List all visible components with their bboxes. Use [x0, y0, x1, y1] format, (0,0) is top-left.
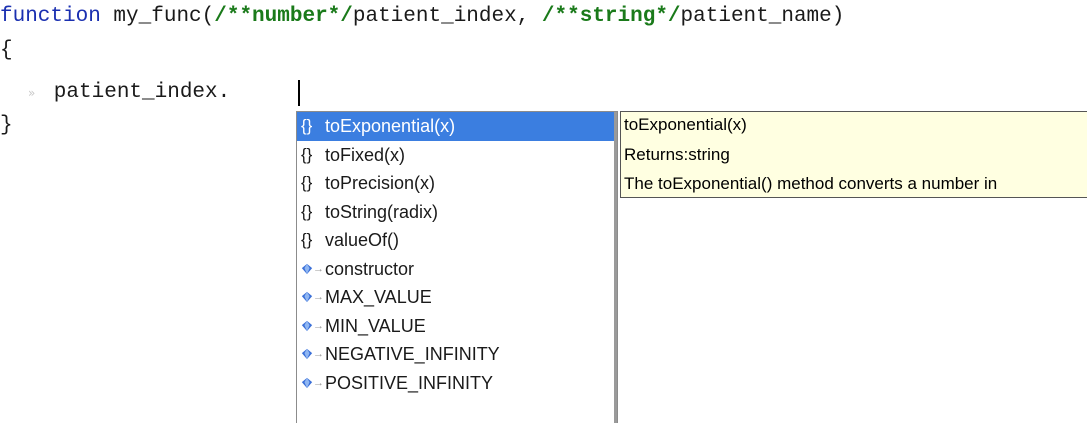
type-comment-number: /**number*/ [214, 5, 353, 28]
code-line-1[interactable]: function my_func(/**number*/patient_inde… [0, 2, 844, 32]
autocomplete-item[interactable]: {} toString(radix) [297, 198, 617, 227]
autocomplete-item[interactable]: {} valueOf() [297, 226, 617, 255]
autocomplete-item[interactable]: → MAX_VALUE [297, 283, 617, 312]
autocomplete-item-label: MAX_VALUE [325, 287, 432, 307]
param-patient-name: patient_name) [680, 5, 845, 28]
tooltip-signature: toExponential(x) [624, 115, 747, 134]
autocomplete-item-label: valueOf() [325, 230, 400, 250]
method-braces-icon: {} [301, 201, 313, 221]
autocomplete-item[interactable]: → constructor [297, 255, 617, 284]
type-comment-string: /**string*/ [541, 5, 681, 28]
autocomplete-item[interactable]: {} toExponential(x) [297, 112, 617, 141]
property-gem-icon: → [301, 283, 325, 312]
property-gem-icon: → [301, 340, 325, 369]
autocomplete-item[interactable]: → MIN_VALUE [297, 312, 617, 341]
tooltip-description: The toExponential() method converts a nu… [624, 174, 998, 193]
keyword-function: function [0, 5, 101, 28]
close-brace: } [0, 114, 13, 137]
autocomplete-item-label: toFixed(x) [325, 144, 406, 165]
autocomplete-scrollbar[interactable] [614, 112, 617, 423]
property-gem-icon: → [301, 255, 325, 284]
autocomplete-item-label: toPrecision(x) [325, 173, 436, 193]
property-gem-icon: → [301, 312, 325, 341]
param-patient-index: patient_index, [352, 5, 542, 28]
autocomplete-item-label: constructor [325, 258, 415, 279]
autocomplete-item[interactable]: → POSITIVE_INFINITY [297, 369, 617, 398]
method-braces-icon: {} [301, 116, 313, 135]
autocomplete-item-label: toString(radix) [325, 201, 439, 222]
code-editor[interactable]: function my_func(/**number*/patient_inde… [0, 0, 1087, 423]
text-caret [298, 80, 300, 106]
method-braces-icon: {} [301, 230, 313, 249]
autocomplete-item[interactable]: {} toPrecision(x) [297, 169, 617, 198]
function-head: my_func( [100, 5, 215, 28]
code-line-2[interactable]: { [0, 36, 13, 66]
autocomplete-item[interactable]: {} toFixed(x) [297, 141, 617, 170]
autocomplete-item-label: toExponential(x) [325, 116, 456, 136]
autocomplete-list[interactable]: {} toExponential(x) {} toFixed(x) {} toPrecis… [296, 111, 618, 423]
member-access-expression: patient_index. [16, 81, 231, 104]
open-brace: { [0, 39, 13, 62]
code-line-4[interactable]: } [0, 111, 13, 141]
autocomplete-item-label: POSITIVE_INFINITY [325, 372, 494, 393]
property-gem-icon: → [301, 369, 325, 398]
method-braces-icon: {} [301, 173, 313, 192]
autocomplete-tooltip: toExponential(x) Returns:string The toEx… [620, 111, 1087, 198]
method-braces-icon: {} [301, 144, 313, 164]
tooltip-returns: Returns:string [624, 145, 730, 164]
code-line-3[interactable]: patient_index. [16, 78, 230, 108]
autocomplete-item-label: MIN_VALUE [325, 315, 426, 336]
autocomplete-item-label: NEGATIVE_INFINITY [325, 344, 500, 364]
autocomplete-item[interactable]: → NEGATIVE_INFINITY [297, 340, 617, 369]
